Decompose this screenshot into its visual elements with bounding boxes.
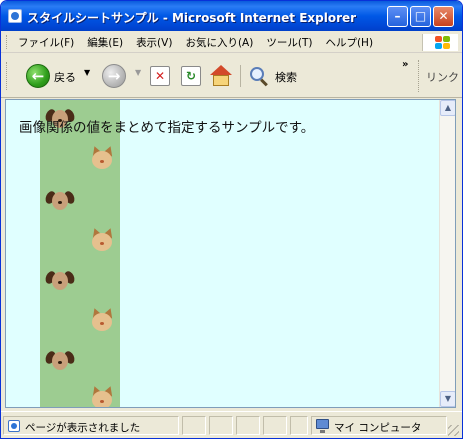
menu-tools[interactable]: ツール(T) [266, 35, 312, 50]
cat-face-icon [88, 306, 116, 334]
window-title: スタイルシートサンプル - Microsoft Internet Explore… [27, 11, 357, 25]
resize-grip[interactable] [448, 425, 459, 436]
status-panel [290, 416, 308, 435]
zone-text: マイ コンピュータ [334, 422, 422, 434]
links-separator [418, 60, 420, 92]
ie-app-icon [8, 9, 22, 23]
close-button[interactable]: ✕ [433, 6, 454, 27]
status-panel [263, 416, 287, 435]
status-panel [209, 416, 233, 435]
menu-help[interactable]: ヘルプ(H) [325, 35, 373, 50]
menu-file[interactable]: ファイル(F) [18, 35, 74, 50]
dog-face-icon [43, 188, 77, 214]
toolbar-grip[interactable] [6, 62, 8, 90]
menu-edit[interactable]: 編集(E) [87, 35, 123, 50]
refresh-icon[interactable]: ↻ [181, 66, 201, 86]
toolbar-separator [240, 65, 241, 87]
back-icon[interactable]: ← [26, 64, 50, 88]
menu-bar: ファイル(F) 編集(E) 表示(V) お気に入り(A) ツール(T) ヘルプ(… [1, 31, 462, 53]
search-button-label[interactable]: 検索 [275, 69, 297, 85]
my-computer-icon [316, 419, 329, 433]
scroll-down-button[interactable]: ▼ [440, 391, 455, 407]
home-icon[interactable] [209, 65, 233, 87]
forward-icon[interactable]: → [102, 64, 126, 88]
status-panel [182, 416, 206, 435]
menu-grip[interactable] [6, 35, 8, 49]
status-text: ページが表示されました [25, 422, 141, 434]
menu-view[interactable]: 表示(V) [136, 35, 172, 50]
vertical-scrollbar[interactable]: ▲ ▼ [439, 100, 455, 407]
maximize-button[interactable]: □ [410, 6, 431, 27]
cat-face-icon [88, 144, 116, 172]
dog-face-icon [43, 268, 77, 294]
title-bar[interactable]: スタイルシートサンプル - Microsoft Internet Explore… [1, 1, 462, 31]
cat-face-icon [88, 226, 116, 254]
toolbar-overflow-chevron[interactable]: » [402, 59, 408, 70]
search-icon[interactable] [250, 67, 264, 81]
toolbar: ← 戻る ▼ → ▼ ✕ ↻ 検索 » リンク [1, 54, 462, 98]
cat-face-icon [88, 384, 116, 407]
scroll-up-button[interactable]: ▲ [440, 100, 455, 116]
minimize-button[interactable]: – [387, 6, 408, 27]
dog-face-icon [43, 348, 77, 374]
windows-logo-icon [422, 34, 458, 51]
menu-favorites[interactable]: お気に入り(A) [185, 35, 253, 50]
status-bar: ページが表示されました マイ コンピュータ [1, 411, 462, 438]
links-label[interactable]: リンク [426, 69, 459, 85]
menu-items: ファイル(F) 編集(E) 表示(V) お気に入り(A) ツール(T) ヘルプ(… [18, 35, 373, 50]
forward-dropdown-icon[interactable]: ▼ [135, 68, 141, 77]
back-dropdown-icon[interactable]: ▼ [84, 68, 90, 77]
back-button-label[interactable]: 戻る [54, 69, 76, 85]
status-panel-main: ページが表示されました [3, 416, 179, 435]
page-content: 画像関係の値をまとめて指定するサンプルです。 ▲ ▼ [5, 99, 456, 408]
security-zone-panel: マイ コンピュータ [311, 416, 447, 435]
page-icon [8, 420, 20, 432]
ie-window: スタイルシートサンプル - Microsoft Internet Explore… [0, 0, 463, 439]
status-panel [236, 416, 260, 435]
page-body-text: 画像関係の値をまとめて指定するサンプルです。 [19, 120, 315, 136]
stop-icon[interactable]: ✕ [150, 66, 170, 86]
